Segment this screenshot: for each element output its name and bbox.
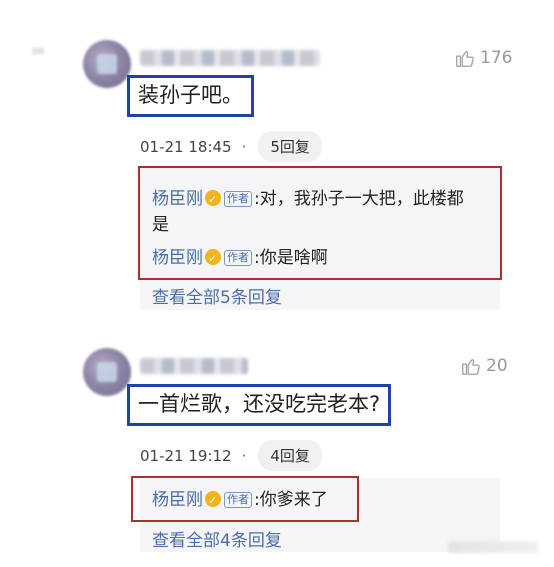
separator: · — [241, 446, 247, 465]
like-count: 20 — [486, 356, 508, 376]
comment-text: 一首烂歌，还没吃完老本? — [127, 384, 392, 426]
reply-author[interactable]: 杨臣刚 — [152, 490, 203, 510]
author-tag: 作者 — [224, 492, 252, 508]
reply-item[interactable]: 杨臣刚作者:你爹来了 — [152, 487, 328, 514]
watermark — [448, 541, 538, 553]
comment-item: 20 一首烂歌，还没吃完老本? 01-21 19:12 · 4回复 杨臣刚作者:… — [0, 0, 554, 567]
verified-badge-icon — [205, 488, 221, 514]
username-blurred[interactable] — [140, 358, 248, 374]
view-all-replies-link[interactable]: 查看全部4条回复 — [152, 526, 282, 551]
comment-meta: 01-21 19:12 · 4回复 — [140, 440, 322, 471]
like-button[interactable]: 20 — [460, 355, 508, 377]
avatar[interactable] — [83, 348, 131, 396]
thumbs-up-icon — [460, 355, 482, 377]
reply-count-button[interactable]: 4回复 — [258, 440, 322, 471]
timestamp: 01-21 19:12 — [140, 446, 232, 465]
reply-text: 你爹来了 — [259, 490, 328, 510]
